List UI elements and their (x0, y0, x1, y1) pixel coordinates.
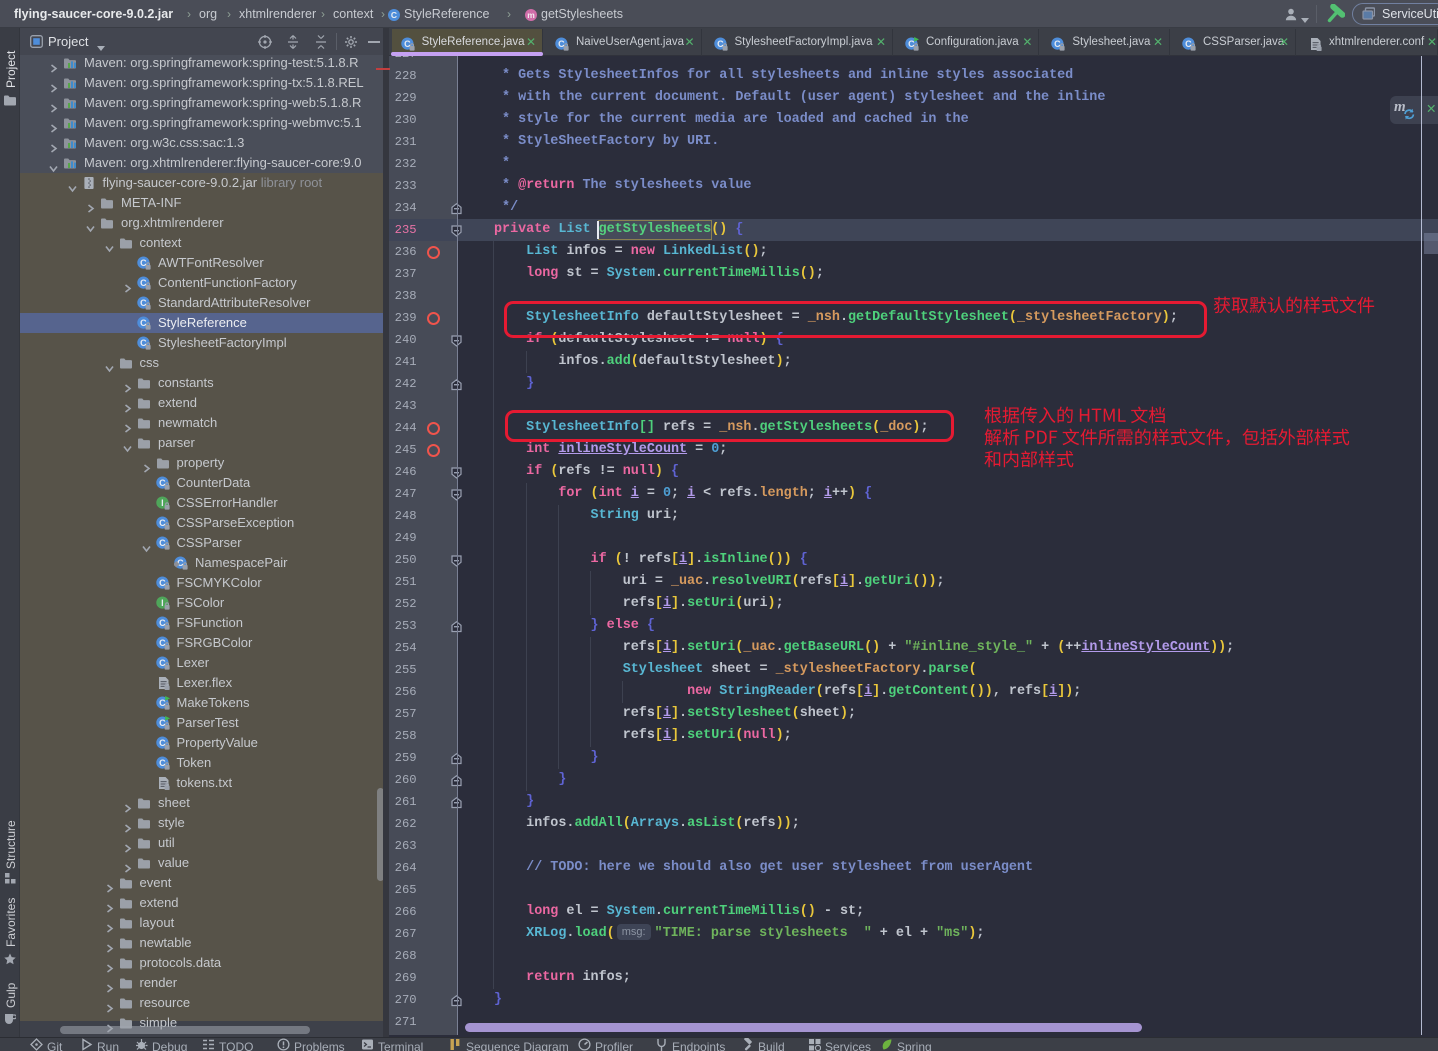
svg-text:I: I (161, 598, 164, 608)
svg-text:C: C (391, 10, 397, 20)
svg-text:I: I (161, 498, 164, 508)
svg-text:m: m (527, 10, 535, 20)
